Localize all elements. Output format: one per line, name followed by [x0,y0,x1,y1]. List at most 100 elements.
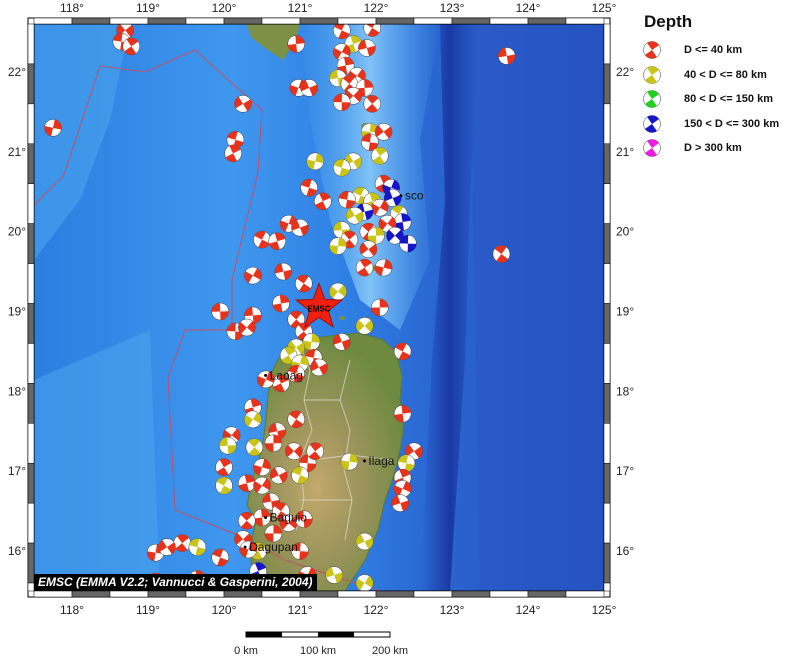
event-97 [291,466,309,484]
event-91 [340,452,359,471]
event-57 [244,266,262,285]
event-86 [245,438,264,457]
beachball-icon [643,90,661,108]
event-131 [211,302,229,321]
legend-ball-1 [643,66,661,84]
event-61 [329,282,347,301]
event-90 [306,442,324,460]
event-126 [355,574,374,591]
event-96 [269,466,288,484]
lat-tick-label: 16° [8,544,26,558]
place-label-4: Dagupan [249,540,298,554]
event-64 [371,298,389,317]
lat-tick-label: 21° [8,145,26,159]
place-label-0: sco [405,189,424,203]
event-48 [355,258,374,277]
map-background: sco Laoag Ilaga Baguio Dagupan EMSC [34,24,604,591]
legend-item-3: 150 < D <= 300 km [640,112,790,137]
event-4 [234,95,252,113]
lat-tick-label: 21° [616,145,634,159]
event-21 [363,95,381,113]
event-25 [371,147,389,165]
event-43 [399,234,417,253]
lon-tick-label: 123° [440,603,465,617]
event-83 [393,404,412,423]
event-58 [274,262,293,281]
legend-item-0: D <= 40 km [640,38,790,63]
event-28 [333,158,351,177]
event-47 [338,190,356,209]
event-54 [291,218,309,237]
event-59 [295,274,313,293]
event-130 [238,318,256,337]
legend-label: D <= 40 km [684,44,743,57]
legend-title: Depth [644,12,693,31]
legend-item-4: D > 300 km [640,136,790,161]
scale-bar [245,631,391,638]
lon-tick-label: 120° [212,1,237,15]
event-6 [224,144,242,163]
lat-tick-label: 17° [8,464,26,478]
place-label-2: Ilaga [368,454,394,468]
lon-tick-label: 125° [592,603,617,617]
legend-label: 80 < D <= 150 km [684,93,773,106]
event-23 [374,123,393,141]
epicenter-label: EMSC [307,305,330,314]
beachball-icon [643,41,661,59]
event-20 [333,93,351,112]
legend-ball-0 [643,41,661,59]
event-119 [355,532,374,551]
lon-tick-label: 124° [516,603,541,617]
lon-tick-label: 122° [364,603,389,617]
lon-tick-label: 119° [136,1,160,15]
event-102 [238,474,256,492]
event-12 [358,39,376,57]
event-87 [264,434,283,453]
place-label-3: Baguio [270,511,308,525]
event-120 [211,548,229,567]
legend-ball-3 [643,115,661,133]
lat-tick-label: 20° [8,225,26,239]
event-51 [300,178,318,197]
event-52 [314,192,332,211]
event-56 [268,232,286,250]
event-113 [173,534,191,552]
event-49 [374,258,393,277]
lat-tick-label: 18° [616,384,634,398]
event-68 [302,333,321,351]
event-78 [393,342,412,361]
event-100 [391,494,410,512]
event-45 [329,237,347,255]
legend-item-1: 40 < D <= 80 km [640,63,790,88]
lon-tick-label: 120° [212,603,237,617]
legend-ball-2 [643,90,661,108]
event-50 [345,206,364,225]
scale-label-100: 100 km [299,645,337,657]
lon-tick-label: 119° [136,603,160,617]
event-116 [188,538,207,556]
legend-item-2: 80 < D <= 150 km [640,87,790,112]
place-dot-4 [243,545,247,549]
event-127 [497,47,516,65]
lat-tick-label: 19° [8,304,26,318]
event-103 [253,476,271,495]
event-101 [215,476,233,495]
place-label-1: Laoag [270,368,303,382]
legend-ball-4 [643,139,661,157]
lon-tick-label: 123° [440,1,465,15]
lat-tick-label: 22° [616,65,634,79]
event-80 [244,410,262,429]
beachball-icon [643,139,661,157]
lon-tick-label: 118° [60,603,84,617]
event-34 [371,198,389,217]
scale-label-200: 200 km [371,645,409,657]
lon-tick-label: 121° [288,603,313,617]
event-2 [122,37,141,56]
lat-tick-label: 17° [616,464,634,478]
lon-tick-label: 118° [60,1,84,15]
event-8 [300,79,318,97]
event-88 [285,442,303,460]
event-73 [310,358,328,377]
place-dot-1 [264,373,268,377]
place-dot-3 [264,516,268,520]
